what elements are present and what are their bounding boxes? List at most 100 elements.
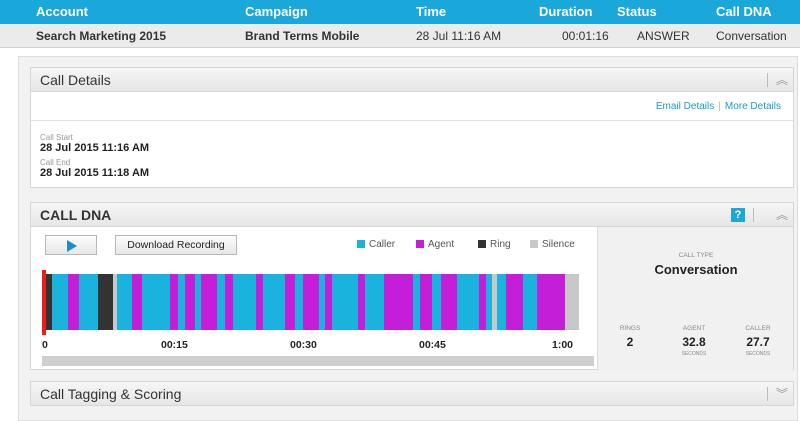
- timeline-segment-caller: [178, 274, 186, 330]
- call-start-value: 28 Jul 2015 11:16 AM: [40, 142, 150, 154]
- caller-label: CALLER: [745, 325, 771, 332]
- legend-swatch: [357, 240, 365, 248]
- timeline-segment-agent: [170, 274, 178, 330]
- timeline-segment-agent: [441, 274, 458, 330]
- download-recording-button[interactable]: Download Recording: [115, 235, 237, 255]
- timeline-tick: 0: [42, 339, 48, 351]
- divider: [31, 120, 793, 121]
- help-icon[interactable]: ?: [731, 208, 745, 222]
- timeline-segment-agent: [68, 274, 80, 330]
- call-tagging-title: Call Tagging & Scoring: [40, 386, 182, 402]
- timeline-segment-agent: [536, 274, 565, 330]
- col-time[interactable]: Time: [416, 0, 446, 24]
- call-dna-header[interactable]: CALL DNA ? ︽: [31, 203, 793, 227]
- timeline-segment-caller: [141, 274, 171, 330]
- call-dna-timeline[interactable]: [42, 274, 579, 330]
- timeline-segment-caller: [262, 274, 285, 330]
- timeline-segment-caller: [331, 274, 359, 330]
- call-dna-panel: CALL DNA ? ︽ Download Recording Caller A…: [30, 202, 794, 371]
- timeline-tick: 1:00: [552, 339, 574, 351]
- chevron-down-icon[interactable]: ︾: [776, 382, 788, 406]
- cell-time: 28 Jul 11:16 AM: [416, 29, 502, 43]
- timeline-segment-caller: [216, 274, 225, 330]
- timeline-segment-caller: [232, 274, 256, 330]
- timeline-segment-agent: [420, 274, 433, 330]
- cell-duration: 00:01:16: [562, 29, 609, 43]
- legend-silence: Silence: [530, 239, 575, 250]
- call-type-label: CALL TYPE: [678, 252, 714, 259]
- table-row[interactable]: Search Marketing 2015 Brand Terms Mobile…: [0, 24, 800, 48]
- legend-swatch: [530, 240, 538, 248]
- legend-swatch: [478, 240, 486, 248]
- timeline-tick: 00:15: [161, 339, 188, 351]
- timeline-segment-agent: [505, 274, 524, 330]
- call-details-panel: Call Details ︽ Email Details | More Detail…: [30, 67, 794, 188]
- timeline-segment-agent: [383, 274, 413, 330]
- agent-label: AGENT: [682, 325, 706, 332]
- timeline-scrollbar[interactable]: [42, 356, 594, 366]
- timeline-segment-agent: [132, 274, 142, 330]
- call-stats-panel: CALL TYPE Conversation RINGS 2 AGENT 32.…: [597, 227, 793, 371]
- timeline-segment-caller: [457, 274, 480, 330]
- call-end-label: Call End: [40, 158, 71, 167]
- timeline-segment-caller: [294, 274, 304, 330]
- more-details-link[interactable]: More Details: [725, 101, 781, 112]
- timeline-segment-agent: [200, 274, 217, 330]
- header-divider: [767, 73, 768, 87]
- timeline-segment-caller: [496, 274, 506, 330]
- timeline-segment-agent: [358, 274, 366, 330]
- timeline-area: Download Recording Caller Agent Ring Sil…: [31, 227, 597, 371]
- call-start-label: Call Start: [40, 133, 73, 142]
- header-divider: [767, 387, 768, 401]
- play-button[interactable]: [45, 235, 97, 255]
- cell-campaign: Brand Terms Mobile: [245, 29, 360, 43]
- col-account[interactable]: Account: [36, 0, 88, 24]
- call-end-value: 28 Jul 2015 11:18 AM: [40, 167, 150, 179]
- call-tagging-header[interactable]: Call Tagging & Scoring ︾: [31, 382, 793, 406]
- legend-caller: Caller: [357, 239, 395, 250]
- caller-value: 27.7: [746, 335, 770, 349]
- timeline-segment-caller: [79, 274, 98, 330]
- timeline-segment-agent: [479, 274, 487, 330]
- timeline-segment-ring: [97, 274, 113, 330]
- timeline-segment-caller: [51, 274, 69, 330]
- legend-agent: Agent: [416, 239, 454, 250]
- timeline-segment-agent: [303, 274, 320, 330]
- timeline-segment-agent: [224, 274, 233, 330]
- timeline-segment-caller: [365, 274, 384, 330]
- email-details-link[interactable]: Email Details: [656, 101, 714, 112]
- calls-table-header: Account Campaign Time Duration Status Ca…: [0, 0, 800, 24]
- col-status[interactable]: Status: [617, 0, 657, 24]
- chevron-up-icon[interactable]: ︽: [776, 203, 788, 227]
- call-details-title: Call Details: [40, 72, 111, 88]
- timeline-segment-agent: [255, 274, 263, 330]
- timeline-segment-caller: [523, 274, 537, 330]
- timeline-tick: 00:30: [290, 339, 317, 351]
- legend-ring: Ring: [478, 239, 511, 250]
- timeline-segment-agent: [284, 274, 295, 330]
- chevron-up-icon[interactable]: ︽: [776, 68, 788, 92]
- call-type-value: Conversation: [654, 262, 738, 277]
- call-tagging-panel: Call Tagging & Scoring ︾: [30, 381, 794, 406]
- col-campaign[interactable]: Campaign: [245, 0, 308, 24]
- legend-swatch: [416, 240, 424, 248]
- call-dna-title: CALL DNA: [40, 207, 112, 223]
- timeline-segment-caller: [412, 274, 421, 330]
- cell-call-dna: Conversation: [716, 29, 787, 43]
- timeline-tick: 00:45: [419, 339, 446, 351]
- col-call-dna[interactable]: Call DNA: [716, 0, 772, 24]
- agent-unit: SECONDS: [681, 351, 707, 357]
- timeline-segment-agent: [324, 274, 332, 330]
- timeline-segment-caller: [432, 274, 442, 330]
- rings-value: 2: [626, 335, 634, 349]
- rings-label: RINGS: [619, 325, 641, 332]
- timeline-segment-agent: [185, 274, 195, 330]
- play-icon: [67, 240, 77, 252]
- cell-account: Search Marketing 2015: [36, 29, 167, 43]
- col-duration[interactable]: Duration: [539, 0, 592, 24]
- details-links: Email Details | More Details: [655, 101, 781, 112]
- call-details-header[interactable]: Call Details ︽: [31, 68, 793, 92]
- timeline-segment-caller: [117, 274, 133, 330]
- header-divider: [753, 208, 754, 222]
- playhead[interactable]: [42, 270, 46, 335]
